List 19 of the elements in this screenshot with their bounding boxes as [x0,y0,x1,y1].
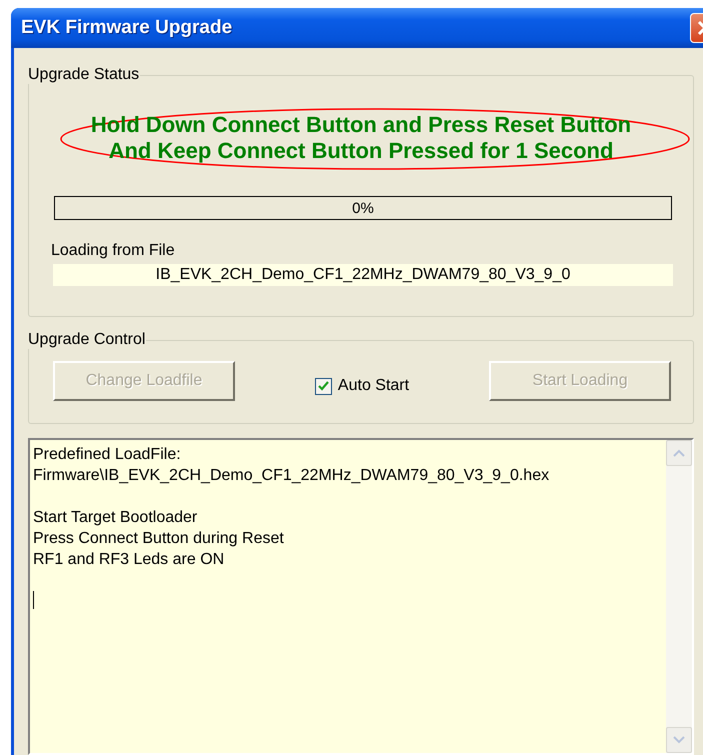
window-title: EVK Firmware Upgrade [21,17,232,39]
checkbox-label: Auto Start [338,377,410,395]
log-line: Predefined LoadFile: [33,445,182,465]
scroll-down-button[interactable] [666,727,692,753]
instruction-text: And Keep Connect Button Pressed for 1 Second [108,138,614,164]
scroll-up-button[interactable] [666,440,692,466]
log-line: Firmware\IB_EVK_2CH_Demo_CF1_22MHz_DWAM79_80_V3_9_0.hex [33,466,550,486]
check-icon [318,380,329,392]
log-text-area[interactable]: Predefined LoadFile: Firmware\IB_EVK_2CH_Demo_CF1_22MHz_DWAM79_80_V3_9_0.hex Start Target Bootloader Press Connect Button during Reset RF1 and RF3 Leds are ON [28,438,694,755]
log-line: RF1 and RF3 Leds are ON [33,550,226,570]
group-legend: Upgrade Status [27,66,140,84]
file-name-field: IB_EVK_2CH_Demo_CF1_22MHz_DWAM79_80_V3_9_0 [53,264,673,286]
auto-start-checkbox[interactable] [314,378,332,394]
log-line: Start Target Bootloader [33,508,198,528]
group-legend: Upgrade Control [27,331,146,349]
progress-percent: 0% [352,200,374,216]
scrollbar[interactable] [666,440,692,753]
file-label: Loading from File [51,242,176,260]
log-line: Press Connect Button during Reset [33,529,285,549]
